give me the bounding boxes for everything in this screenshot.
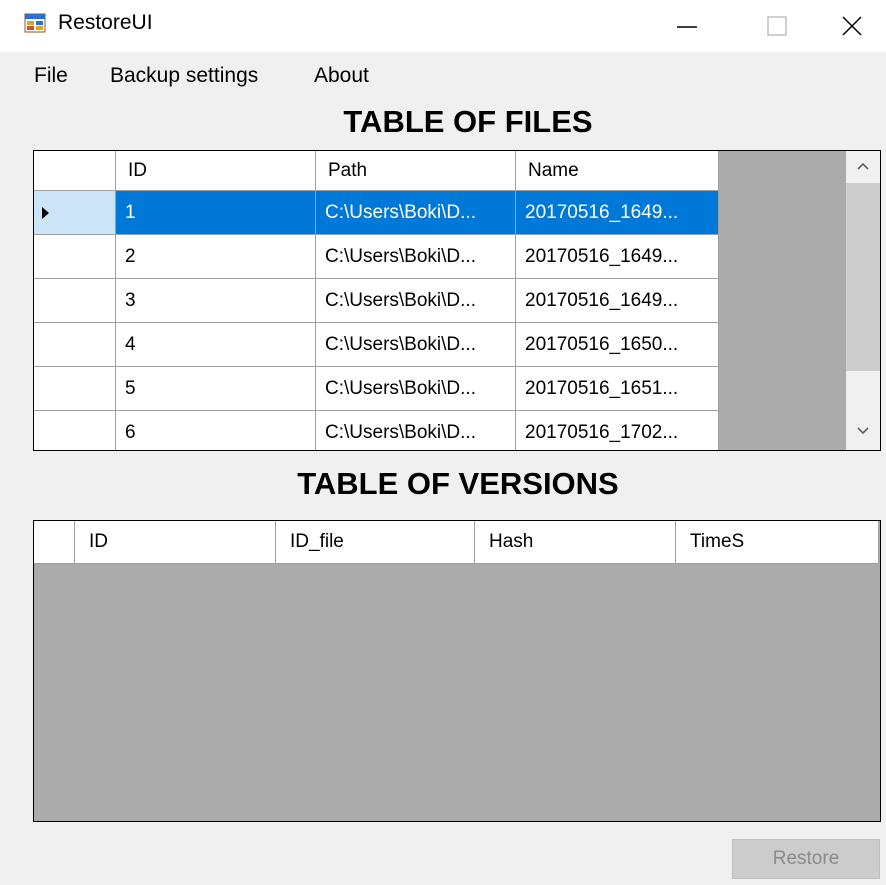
row-header[interactable]	[34, 411, 116, 450]
chevron-up-icon	[857, 162, 869, 170]
restore-button[interactable]: Restore	[732, 839, 880, 879]
cell-path[interactable]: C:\Users\Boki\D...	[316, 367, 516, 411]
close-icon	[842, 16, 862, 36]
files-table[interactable]: ID Path Name 1 C:\Users\Boki\D... 201705…	[33, 150, 881, 451]
table-row[interactable]: 1 C:\Users\Boki\D... 20170516_1649...	[34, 191, 719, 235]
cell-name[interactable]: 20170516_1650...	[516, 323, 719, 367]
versions-table-header: ID ID_file Hash TimeS	[34, 521, 879, 564]
row-header[interactable]	[34, 279, 116, 323]
column-header-path[interactable]: Path	[316, 151, 516, 191]
cell-id[interactable]: 3	[116, 279, 316, 323]
table-row[interactable]: 4 C:\Users\Boki\D... 20170516_1650...	[34, 323, 719, 367]
scroll-thumb[interactable]	[846, 183, 880, 371]
cell-id[interactable]: 6	[116, 411, 316, 450]
cell-name[interactable]: 20170516_1649...	[516, 191, 719, 235]
app-form-icon	[24, 13, 46, 33]
cell-id[interactable]: 1	[116, 191, 316, 235]
cell-path[interactable]: C:\Users\Boki\D...	[316, 279, 516, 323]
close-button[interactable]	[818, 0, 886, 52]
cell-path[interactable]: C:\Users\Boki\D...	[316, 323, 516, 367]
cell-name[interactable]: 20170516_1651...	[516, 367, 719, 411]
cell-path[interactable]: C:\Users\Boki\D...	[316, 191, 516, 235]
cell-id[interactable]: 4	[116, 323, 316, 367]
versions-heading: TABLE OF VERSIONS	[297, 466, 619, 501]
table-row[interactable]: 6 C:\Users\Boki\D... 20170516_1702...	[34, 411, 719, 450]
maximize-icon	[767, 16, 787, 36]
column-header-id[interactable]: ID	[75, 521, 276, 564]
maximize-button[interactable]	[732, 0, 822, 52]
files-vertical-scrollbar[interactable]	[846, 151, 880, 450]
cell-name[interactable]: 20170516_1702...	[516, 411, 719, 450]
menu-bar: File Backup settings About	[0, 58, 886, 96]
column-header-name[interactable]: Name	[516, 151, 719, 191]
menu-backup-settings[interactable]: Backup settings	[110, 64, 258, 88]
row-header[interactable]	[34, 323, 116, 367]
menu-about[interactable]: About	[314, 64, 369, 88]
column-header-id-file[interactable]: ID_file	[276, 521, 475, 564]
cell-name[interactable]: 20170516_1649...	[516, 279, 719, 323]
column-header-id[interactable]: ID	[116, 151, 316, 191]
cell-id[interactable]: 5	[116, 367, 316, 411]
cell-path[interactable]: C:\Users\Boki\D...	[316, 411, 516, 450]
cell-name[interactable]: 20170516_1649...	[516, 235, 719, 279]
row-header[interactable]	[34, 191, 116, 235]
scroll-up-button[interactable]	[846, 151, 880, 181]
title-bar[interactable]: RestoreUI	[0, 0, 886, 52]
table-row[interactable]: 5 C:\Users\Boki\D... 20170516_1651...	[34, 367, 719, 411]
table-row[interactable]: 3 C:\Users\Boki\D... 20170516_1649...	[34, 279, 719, 323]
column-header-times[interactable]: TimeS	[676, 521, 879, 564]
chevron-down-icon	[857, 427, 869, 435]
window-title: RestoreUI	[58, 11, 153, 34]
column-header-hash[interactable]: Hash	[475, 521, 676, 564]
corner-header-cell[interactable]	[34, 151, 116, 191]
minimize-button[interactable]	[642, 0, 732, 52]
versions-table[interactable]: ID ID_file Hash TimeS	[33, 520, 881, 822]
menu-file[interactable]: File	[34, 64, 68, 88]
cell-id[interactable]: 2	[116, 235, 316, 279]
files-heading: TABLE OF FILES	[343, 104, 593, 139]
corner-header-cell[interactable]	[34, 521, 75, 564]
scroll-down-button[interactable]	[846, 416, 880, 446]
files-table-header: ID Path Name	[34, 151, 719, 191]
row-header[interactable]	[34, 367, 116, 411]
current-row-arrow-icon	[42, 207, 49, 219]
cell-path[interactable]: C:\Users\Boki\D...	[316, 235, 516, 279]
table-row[interactable]: 2 C:\Users\Boki\D... 20170516_1649...	[34, 235, 719, 279]
restore-window: RestoreUI File Backup settings About TAB…	[0, 0, 886, 885]
minimize-icon	[677, 26, 697, 28]
row-header[interactable]	[34, 235, 116, 279]
